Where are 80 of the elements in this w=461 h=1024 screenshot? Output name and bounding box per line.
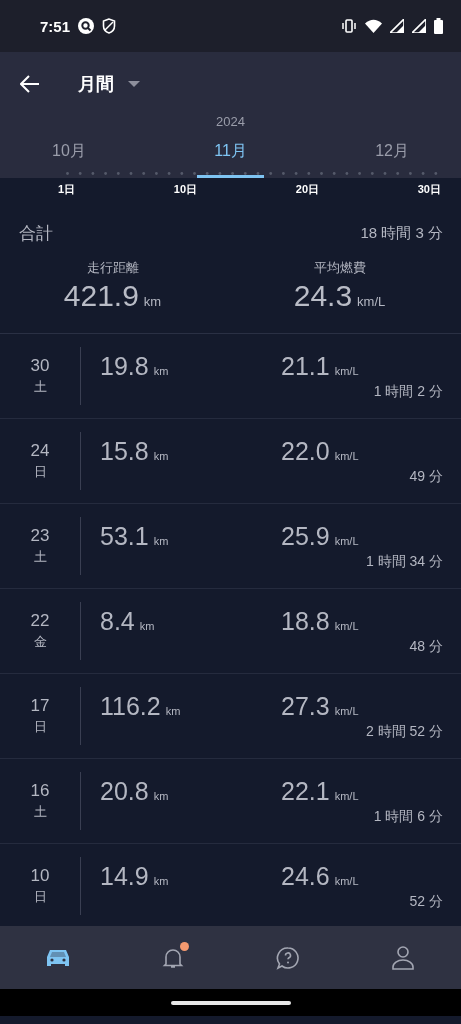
axis-label: 30日: [417, 182, 441, 197]
trip-fuel-economy: 21.1: [281, 352, 330, 381]
dropdown-caret-icon[interactable]: [128, 81, 140, 87]
trip-distance: 15.8: [100, 437, 149, 466]
person-icon: [391, 944, 416, 971]
unit-label: km: [143, 294, 162, 309]
unit-label: km: [153, 875, 169, 887]
period-title[interactable]: 月間: [78, 72, 114, 96]
day-number: 23: [30, 526, 50, 546]
trip-distance: 20.8: [100, 777, 149, 806]
home-indicator[interactable]: [170, 1000, 291, 1005]
help-icon: [276, 945, 301, 970]
axis-label: 10日: [173, 182, 198, 197]
trip-fuel-economy: 22.1: [281, 777, 330, 806]
weekday-label: 日: [33, 718, 47, 736]
unit-label: km: [139, 620, 155, 632]
unit-label: km/L: [334, 450, 359, 462]
trip-duration: 1 時間 2 分: [373, 383, 443, 401]
trip-fuel-economy: 25.9: [281, 522, 330, 551]
distance-value: 421.9: [63, 279, 139, 313]
shield-icon: [102, 18, 117, 34]
trip-duration: 1 時間 6 分: [373, 808, 443, 826]
trip-duration: 52 分: [409, 893, 443, 911]
car-icon: [44, 947, 71, 968]
trip-fuel-economy: 22.0: [281, 437, 330, 466]
fuel-economy-value: 24.3: [293, 279, 353, 313]
wifi-icon: [365, 19, 382, 33]
unit-label: km: [153, 365, 169, 377]
month-tab[interactable]: 10月: [0, 134, 171, 178]
search-icon: [78, 18, 95, 34]
trip-fuel-economy: 27.3: [281, 692, 330, 721]
unit-label: km: [153, 790, 169, 802]
axis-label: 1日: [58, 182, 76, 197]
unit-label: km/L: [334, 705, 359, 717]
unit-label: km/L: [334, 790, 359, 802]
trip-duration: 48 分: [409, 638, 443, 656]
trip-duration: 49 分: [409, 468, 443, 486]
trip-distance: 14.9: [100, 862, 149, 891]
unit-label: km/L: [334, 535, 359, 547]
day-number: 24: [30, 441, 50, 461]
day-number: 22: [30, 611, 50, 631]
year-label: 2024: [215, 116, 246, 128]
day-number: 16: [30, 781, 50, 801]
weekday-label: 土: [33, 548, 47, 566]
trip-fuel-economy: 24.6: [281, 862, 330, 891]
battery-icon: [434, 18, 443, 34]
weekday-label: 金: [33, 633, 47, 651]
unit-label: km: [153, 535, 169, 547]
signal-icon: [412, 19, 426, 33]
weekday-label: 土: [33, 803, 47, 821]
weekday-label: 日: [33, 888, 47, 906]
axis-label: 20日: [295, 182, 320, 197]
back-arrow-icon[interactable]: [20, 75, 40, 93]
trip-duration: 1 時間 34 分: [365, 553, 443, 571]
unit-label: km: [153, 450, 169, 462]
status-time: 7:51: [40, 17, 71, 35]
trip-distance: 19.8: [100, 352, 149, 381]
month-tab[interactable]: 12月: [290, 134, 461, 178]
signal-icon: [390, 19, 404, 33]
trip-distance: 116.2: [100, 692, 161, 721]
vibrate-icon: [341, 19, 357, 33]
unit-label: km/L: [334, 365, 359, 377]
unit-label: km: [165, 705, 181, 717]
trip-fuel-economy: 18.8: [281, 607, 330, 636]
weekday-label: 日: [33, 463, 47, 481]
trip-duration: 2 時間 52 分: [365, 723, 443, 741]
day-number: 10: [30, 866, 50, 886]
unit-label: km/L: [334, 620, 359, 632]
distance-label: 走行距離: [86, 259, 139, 277]
unit-label: km/L: [357, 294, 386, 309]
fuel-economy-label: 平均燃費: [313, 259, 366, 277]
day-number: 30: [30, 356, 50, 376]
weekday-label: 土: [33, 378, 47, 396]
trip-distance: 8.4: [100, 607, 135, 636]
day-number: 17: [30, 696, 50, 716]
month-tab[interactable]: 11月: [171, 134, 290, 178]
trip-distance: 53.1: [100, 522, 149, 551]
total-label: 合計: [19, 223, 53, 245]
total-duration: 18 時間 3 分: [360, 224, 443, 243]
unit-label: km/L: [334, 875, 359, 887]
